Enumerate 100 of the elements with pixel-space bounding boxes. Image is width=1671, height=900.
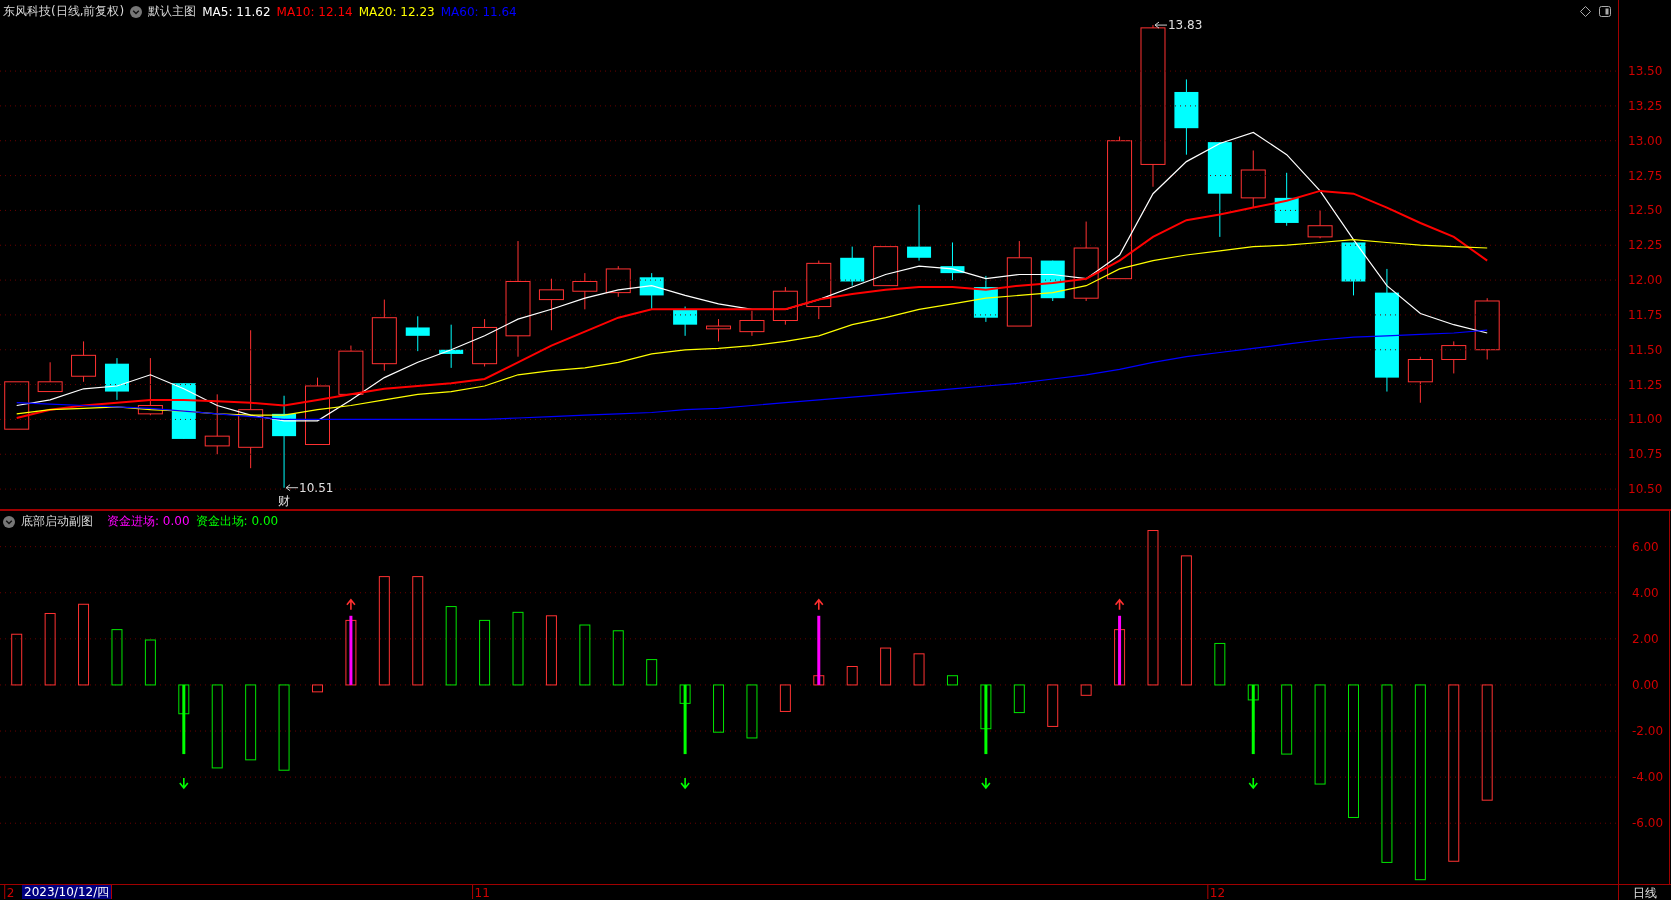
date-cursor-label: 2023/10/12/四 xyxy=(22,885,113,899)
indicator-value: 资金进场: 0.00 xyxy=(107,513,190,530)
candlestick xyxy=(439,324,464,369)
candlestick xyxy=(104,357,129,401)
histogram-bar xyxy=(579,624,591,686)
candlestick xyxy=(940,241,965,281)
axis-label: 0.00 xyxy=(1632,677,1659,692)
axis-label: 12.25 xyxy=(1628,238,1663,253)
axis-label: 11 xyxy=(474,886,490,899)
histogram-bar xyxy=(111,629,123,686)
axis-label: 2 xyxy=(6,886,15,899)
axis-label: 13.00 xyxy=(1628,133,1663,148)
indicator-value: MA5: 11.62 xyxy=(202,4,271,19)
candlestick xyxy=(605,265,631,298)
histogram-bar xyxy=(779,684,791,712)
period-label[interactable]: 日线 xyxy=(1633,885,1657,900)
indicator-value: MA20: 12.23 xyxy=(358,4,435,19)
diamond-icon[interactable] xyxy=(1580,6,1591,17)
axis-label: 12 xyxy=(1209,886,1226,899)
candlestick xyxy=(806,260,832,320)
axis-label: 6.00 xyxy=(1632,539,1659,554)
candlestick xyxy=(405,315,430,352)
axis-label: 10.75 xyxy=(1628,447,1663,462)
candlestick xyxy=(338,345,364,395)
template-label[interactable]: 默认主图 xyxy=(148,3,197,20)
axis-label: -6.00 xyxy=(1632,816,1664,831)
axis-label: 11.75 xyxy=(1628,307,1663,322)
price-label: 13.83 xyxy=(1168,18,1203,33)
chart-title: 东风科技(日线,前复权) xyxy=(3,3,125,20)
candlestick xyxy=(1474,297,1500,360)
axis-label: 4.00 xyxy=(1632,585,1659,600)
candlestick xyxy=(840,246,865,287)
candlestick xyxy=(538,278,564,331)
histogram-bar xyxy=(1281,684,1293,755)
axis-label: 11.25 xyxy=(1628,377,1663,392)
candlestick xyxy=(1441,340,1467,374)
candlestick xyxy=(739,310,765,337)
candlestick xyxy=(71,340,97,383)
indicator-value: 资金出场: 0.00 xyxy=(195,513,279,530)
indicator-value: MA60: 11.64 xyxy=(440,4,517,19)
price-label: 10.51 xyxy=(299,480,334,495)
histogram-bar xyxy=(913,653,925,686)
leader-line xyxy=(285,484,299,492)
candlestick xyxy=(1307,209,1333,239)
candlestick xyxy=(673,306,698,337)
histogram-bar xyxy=(1047,684,1059,727)
dropdown-icon[interactable] xyxy=(3,515,15,528)
axis-label: -2.00 xyxy=(1632,724,1664,739)
candlestick xyxy=(1341,241,1366,296)
candlestick xyxy=(873,246,899,287)
candlestick xyxy=(1240,150,1266,209)
leader-line xyxy=(1154,21,1168,29)
axis-label: 2.00 xyxy=(1632,631,1659,646)
candlestick xyxy=(639,272,664,310)
histogram-bar xyxy=(713,684,725,733)
histogram-bar xyxy=(144,639,156,686)
axis-label: -4.00 xyxy=(1632,770,1664,785)
histogram-bar xyxy=(846,666,858,686)
candlestick xyxy=(1274,172,1299,227)
histogram-bar xyxy=(980,684,992,730)
histogram-bar xyxy=(1247,684,1259,701)
candlestick xyxy=(1407,356,1433,404)
histogram-bar xyxy=(813,675,825,686)
candlestick xyxy=(973,275,998,323)
histogram-bar xyxy=(746,684,758,739)
finance-note-label: 财 xyxy=(278,493,291,508)
axis-label: 10.50 xyxy=(1628,482,1663,497)
histogram-bar xyxy=(11,633,23,686)
axis-label: 11.50 xyxy=(1628,342,1663,357)
histogram-bar xyxy=(1080,684,1092,696)
histogram-bar xyxy=(880,647,892,686)
candlestick xyxy=(4,381,30,430)
candlestick xyxy=(472,318,498,367)
indicator-value: MA10: 12.14 xyxy=(276,4,353,19)
axis-label: 11.00 xyxy=(1628,412,1663,427)
candlestick xyxy=(305,377,330,445)
histogram-bar xyxy=(1013,684,1025,714)
panel-icon[interactable] xyxy=(1599,6,1611,17)
candlestick xyxy=(706,318,732,342)
candlestick xyxy=(171,382,196,440)
axis-label: 12.50 xyxy=(1628,203,1663,218)
candlestick xyxy=(572,272,598,310)
histogram-bar xyxy=(345,619,357,686)
chart-title[interactable]: 底部启动副图 xyxy=(21,513,93,530)
histogram-bar xyxy=(646,659,658,686)
axis-label: 12.75 xyxy=(1628,168,1663,183)
histogram-bar xyxy=(1114,629,1126,686)
candlestick xyxy=(37,361,63,393)
histogram-bar xyxy=(312,684,323,693)
candlestick xyxy=(772,286,798,326)
histogram-bar xyxy=(612,630,624,686)
histogram-bar xyxy=(545,615,557,686)
histogram-bar xyxy=(178,684,190,715)
dropdown-icon[interactable] xyxy=(130,5,143,18)
histogram-bar xyxy=(1214,642,1226,686)
axis-label: 13.50 xyxy=(1628,64,1663,79)
candlestick xyxy=(204,393,230,455)
histogram-bar xyxy=(946,675,958,686)
axis-label: 13.25 xyxy=(1628,98,1663,113)
histogram-bar xyxy=(679,684,691,704)
